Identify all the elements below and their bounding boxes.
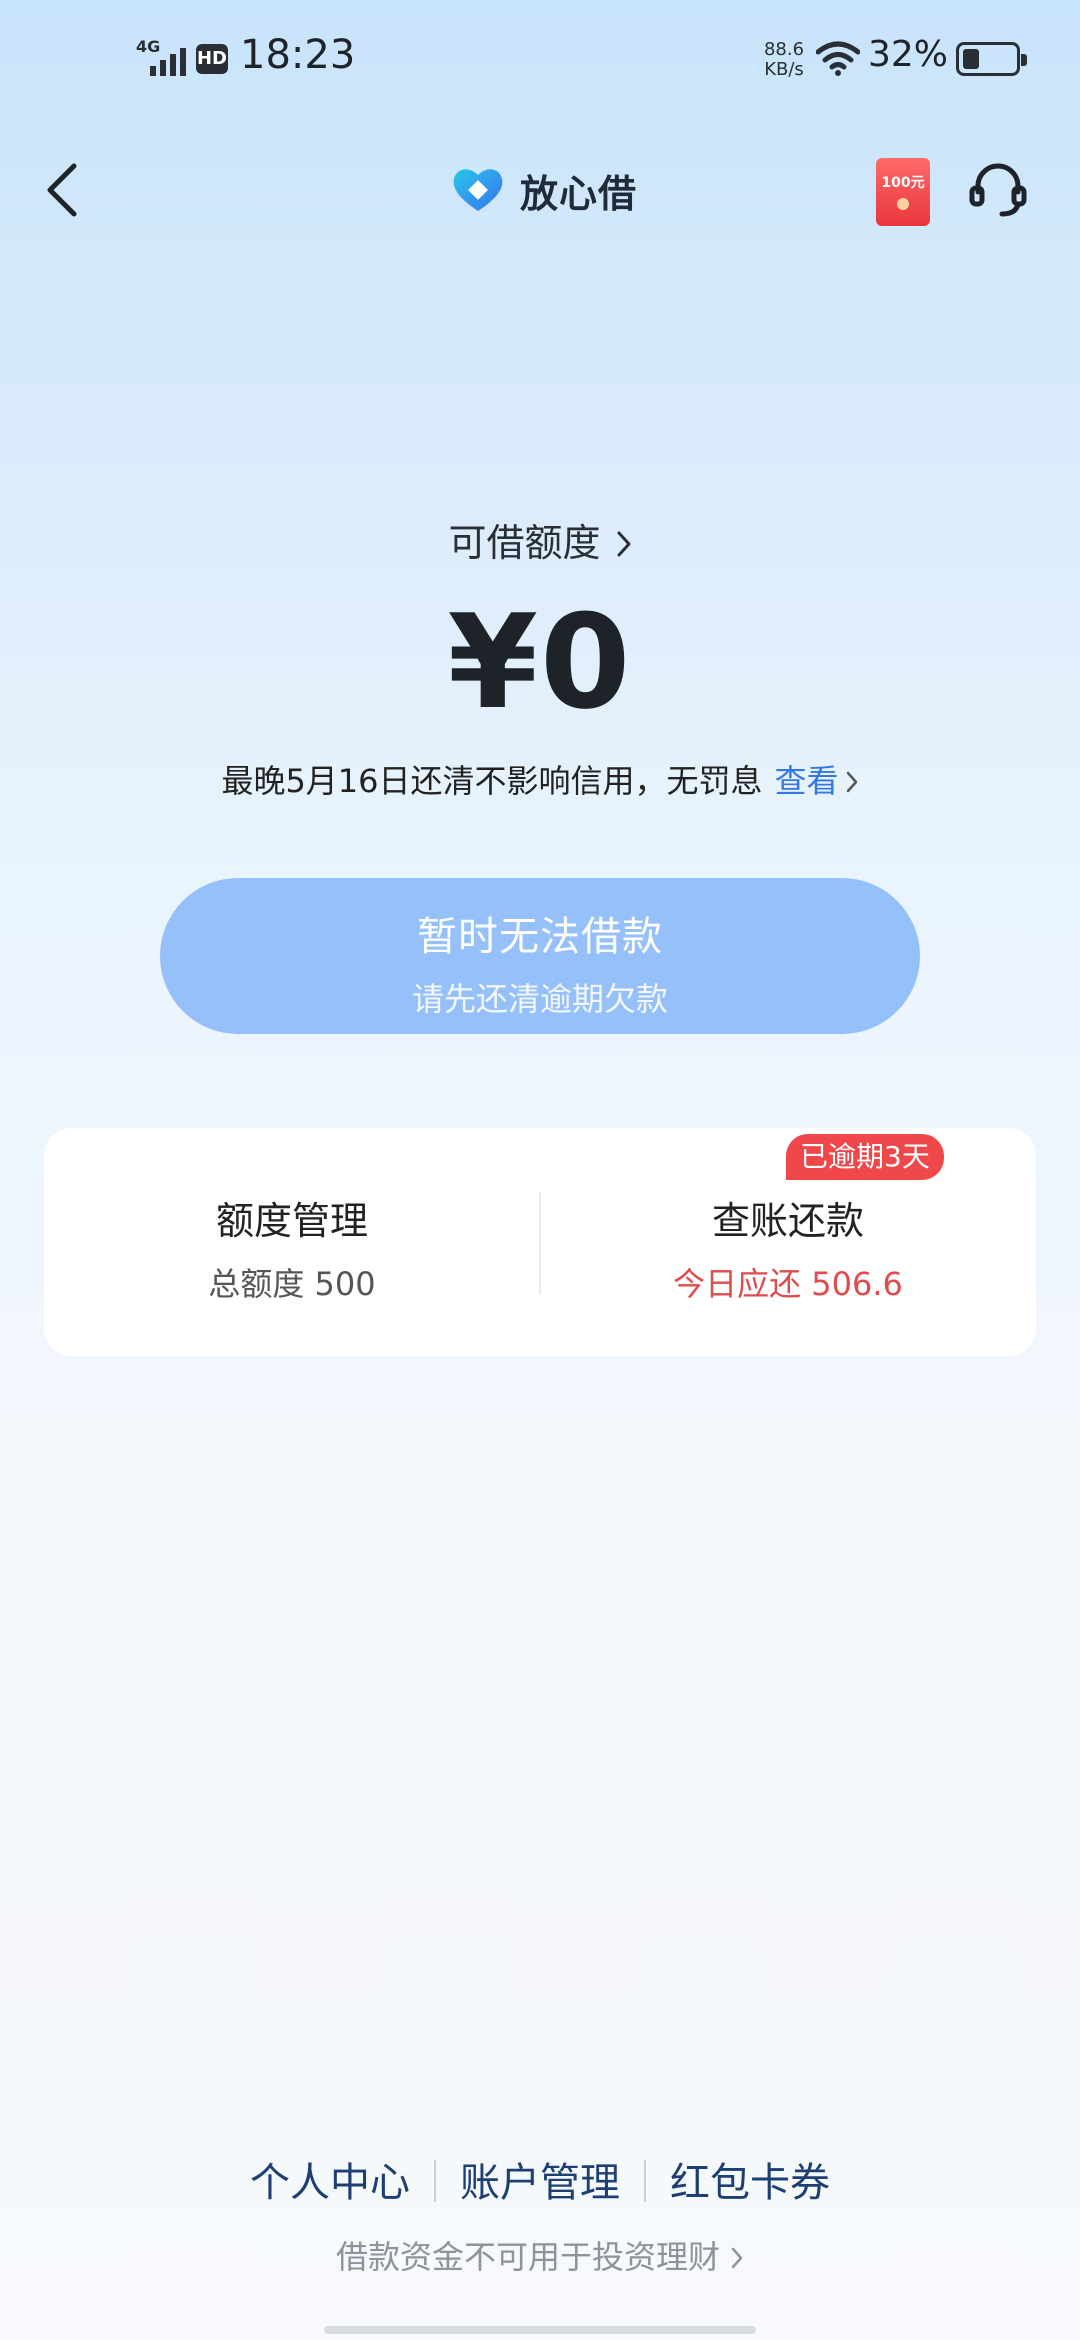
red-packet-seal-icon [897, 198, 909, 210]
red-packet-amount: 100元 [881, 175, 925, 191]
back-arrow-icon[interactable] [36, 154, 92, 226]
red-packet-button[interactable]: 100元 [876, 158, 930, 226]
speed-unit: KB/s [764, 59, 804, 80]
total-limit: 总额度 500 [208, 1265, 376, 1303]
limit-management-entry[interactable]: 额度管理 总额度 500 [44, 1128, 540, 1356]
status-bar: 4G HD 18:23 88.6 KB/s 32% [0, 0, 1080, 120]
footer-link-coupons[interactable]: 红包卡券 [646, 2150, 854, 2208]
chevron-right-icon [731, 2247, 743, 2269]
credit-limit-label: 可借额度 [448, 521, 601, 565]
credit-limit-link[interactable]: 可借额度 [0, 512, 1080, 567]
app-logo: 放心借 [450, 162, 637, 218]
borrow-button[interactable]: 暂时无法借款 请先还清逾期欠款 [160, 878, 920, 1034]
home-indicator[interactable] [324, 2326, 756, 2334]
speed-value: 88.6 [763, 39, 805, 60]
repay-note: 最晚5月16日还清不影响信用，无罚息 查看 [0, 756, 1080, 802]
borrow-button-sublabel: 请先还清逾期欠款 [411, 980, 668, 1018]
chevron-right-icon [846, 771, 857, 793]
borrow-button-label: 暂时无法借款 [417, 914, 663, 960]
footer-link-personal-center[interactable]: 个人中心 [226, 2150, 434, 2208]
cellular-signal-icon: 4G [136, 37, 186, 76]
overdue-badge: 已逾期3天 [786, 1134, 944, 1180]
investment-notice-text: 借款资金不可用于投资理财 [335, 2238, 720, 2276]
nav-bar: 放心借 100元 [0, 140, 1080, 240]
due-today: 今日应还 506.6 [673, 1265, 903, 1303]
battery-percent: 32% [868, 34, 949, 75]
heart-logo-icon [453, 169, 503, 211]
network-type: 4G [136, 37, 160, 56]
bill-repay-title: 查账还款 [711, 1199, 864, 1243]
wifi-icon [816, 41, 860, 76]
footer-link-account-management[interactable]: 账户管理 [436, 2150, 644, 2208]
network-speed: 88.6 KB/s [756, 40, 812, 80]
hd-badge: HD [196, 44, 228, 74]
headset-icon[interactable] [966, 158, 1030, 222]
battery-icon [956, 42, 1027, 76]
app-name: 放心借 [520, 171, 638, 216]
status-time: 18:23 [240, 32, 356, 78]
credit-amount: ¥0 [447, 586, 633, 738]
chevron-right-icon [617, 531, 631, 557]
footer-links: 个人中心 账户管理 红包卡券 [0, 2150, 1080, 2208]
investment-notice-link[interactable]: 借款资金不可用于投资理财 [0, 2232, 1080, 2278]
limit-management-title: 额度管理 [215, 1199, 368, 1243]
battery-fill [963, 49, 979, 69]
view-link[interactable]: 查看 [775, 762, 839, 800]
repay-note-text: 最晚5月16日还清不影响信用，无罚息 [221, 762, 763, 800]
